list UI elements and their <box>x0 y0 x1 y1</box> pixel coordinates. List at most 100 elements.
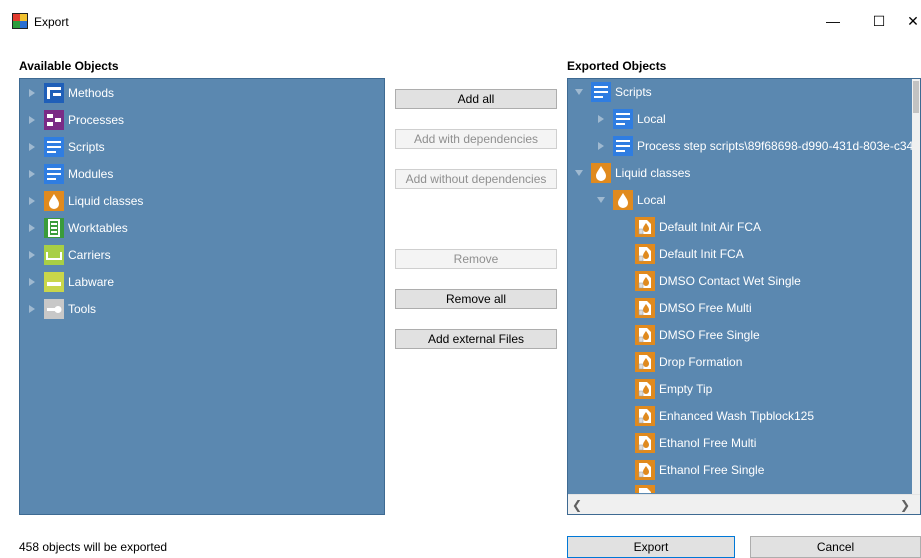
tree-item-methods[interactable]: Methods <box>26 81 114 105</box>
tree-item-label: Liquid classes <box>615 166 691 180</box>
tree-item-label: Carriers <box>68 248 111 262</box>
liquid-class-file-icon <box>635 485 655 493</box>
tree-item-label: Methods <box>68 86 115 100</box>
collapse-arrow-icon[interactable] <box>573 86 585 98</box>
horizontal-scrollbar[interactable]: ❮ ❯ <box>568 494 920 514</box>
scripts-icon <box>613 109 633 129</box>
liquid-class-item[interactable]: Default Init Air FCA <box>635 215 761 239</box>
expand-arrow-icon[interactable] <box>26 141 38 153</box>
expand-arrow-icon[interactable] <box>595 113 607 125</box>
scroll-right-icon[interactable]: ❯ <box>900 498 910 512</box>
liquid-class-item[interactable]: DMSO Contact Wet Single <box>635 269 801 293</box>
liquid-class-label: DMSO Free Single <box>659 328 760 342</box>
liquid-class-item[interactable]: DMSO Free Single <box>635 323 760 347</box>
maximize-button[interactable]: ☐ <box>864 8 894 34</box>
tree-item-worktables[interactable]: Worktables <box>26 216 128 240</box>
labware-icon <box>44 272 64 292</box>
exported-objects-tree[interactable]: Scripts Local Process step scripts\89f68… <box>567 78 921 515</box>
processes-icon <box>44 110 64 130</box>
liquid-class-file-icon <box>635 352 655 372</box>
scripts-icon <box>613 136 633 156</box>
app-icon <box>12 13 28 29</box>
tree-item-label: Labware <box>68 275 115 289</box>
add-external-files-button[interactable]: Add external Files <box>395 329 557 349</box>
available-objects-label: Available Objects <box>19 59 119 73</box>
export-count-status: 458 objects will be exported <box>19 540 168 554</box>
tree-item-labware[interactable]: Labware <box>26 270 114 294</box>
minimize-button[interactable]: — <box>818 8 848 34</box>
expand-arrow-icon[interactable] <box>26 276 38 288</box>
liquid-class-file-icon <box>635 433 655 453</box>
liquid-class-item-partial[interactable] <box>635 485 659 493</box>
liquid-class-file-icon <box>635 460 655 480</box>
collapse-arrow-icon[interactable] <box>573 167 585 179</box>
liquid-class-label: Default Init Air FCA <box>659 220 762 234</box>
liquid-class-file-icon <box>635 379 655 399</box>
tree-item-label: Worktables <box>68 221 128 235</box>
scroll-left-icon[interactable]: ❮ <box>572 498 582 512</box>
tree-item-liquid-classes[interactable]: Liquid classes <box>573 161 690 185</box>
liquid-classes-icon <box>613 190 633 210</box>
scripts-icon <box>44 137 64 157</box>
vertical-scrollbar[interactable] <box>912 79 920 494</box>
remove-all-button[interactable]: Remove all <box>395 289 557 309</box>
liquid-class-item[interactable]: Default Init FCA <box>635 242 744 266</box>
expand-arrow-icon[interactable] <box>26 195 38 207</box>
remove-button[interactable]: Remove <box>395 249 557 269</box>
carriers-icon <box>44 245 64 265</box>
liquid-class-item[interactable]: Enhanced Wash Tipblock125 <box>635 404 814 428</box>
tree-item-scripts-local[interactable]: Local <box>595 107 666 131</box>
tree-item-processes[interactable]: Processes <box>26 108 124 132</box>
liquid-class-file-icon <box>635 298 655 318</box>
liquid-class-item[interactable]: Drop Formation <box>635 350 742 374</box>
liquid-class-item[interactable]: Ethanol Free Multi <box>635 431 756 455</box>
tree-item-label: Modules <box>68 167 114 181</box>
window-title: Export <box>34 15 69 29</box>
available-objects-tree[interactable]: Methods Processes Scripts Modules Liquid… <box>19 78 385 515</box>
liquid-class-item[interactable]: Ethanol Free Single <box>635 458 764 482</box>
add-without-dependencies-button[interactable]: Add without dependencies <box>395 169 557 189</box>
expand-arrow-icon[interactable] <box>26 249 38 261</box>
add-all-button[interactable]: Add all <box>395 89 557 109</box>
tree-item-label: Scripts <box>615 85 652 99</box>
tree-item-modules[interactable]: Modules <box>26 162 113 186</box>
expand-arrow-icon[interactable] <box>26 222 38 234</box>
tree-item-scripts[interactable]: Scripts <box>573 80 652 104</box>
tree-item-label: Local <box>637 193 666 207</box>
liquid-class-label: DMSO Contact Wet Single <box>659 274 801 288</box>
worktables-icon <box>44 218 64 238</box>
liquid-class-file-icon <box>635 325 655 345</box>
liquid-class-label: Drop Formation <box>659 355 743 369</box>
liquid-class-label: Default Init FCA <box>659 247 744 261</box>
add-with-dependencies-button[interactable]: Add with dependencies <box>395 129 557 149</box>
close-button[interactable]: ✕ <box>905 8 921 34</box>
tools-icon <box>44 299 64 319</box>
expand-arrow-icon[interactable] <box>26 303 38 315</box>
title-bar: Export — ☐ ✕ <box>0 0 921 42</box>
tree-item-scripts[interactable]: Scripts <box>26 135 105 159</box>
methods-icon <box>44 83 64 103</box>
tree-item-tools[interactable]: Tools <box>26 297 96 321</box>
liquid-class-label: Ethanol Free Single <box>659 463 765 477</box>
liquid-class-item[interactable]: DMSO Free Multi <box>635 296 752 320</box>
export-button[interactable]: Export <box>567 536 735 558</box>
scrollbar-thumb[interactable] <box>913 81 919 113</box>
expand-arrow-icon[interactable] <box>26 168 38 180</box>
liquid-class-label: Ethanol Free Multi <box>659 436 757 450</box>
tree-item-carriers[interactable]: Carriers <box>26 243 111 267</box>
tree-item-liquid-classes[interactable]: Liquid classes <box>26 189 143 213</box>
liquid-class-item[interactable]: Empty Tip <box>635 377 712 401</box>
liquid-class-file-icon <box>635 217 655 237</box>
cancel-button[interactable]: Cancel <box>750 536 921 558</box>
liquid-class-file-icon <box>635 244 655 264</box>
collapse-arrow-icon[interactable] <box>595 194 607 206</box>
expand-arrow-icon[interactable] <box>595 140 607 152</box>
liquid-class-file-icon <box>635 271 655 291</box>
tree-item-process-step-scripts[interactable]: Process step scripts\89f68698-d990-431d-… <box>595 134 920 158</box>
liquid-class-label: Empty Tip <box>659 382 713 396</box>
expand-arrow-icon[interactable] <box>26 87 38 99</box>
tree-item-label: Scripts <box>68 140 105 154</box>
tree-item-liquid-local[interactable]: Local <box>595 188 666 212</box>
expand-arrow-icon[interactable] <box>26 114 38 126</box>
exported-objects-label: Exported Objects <box>567 59 667 73</box>
